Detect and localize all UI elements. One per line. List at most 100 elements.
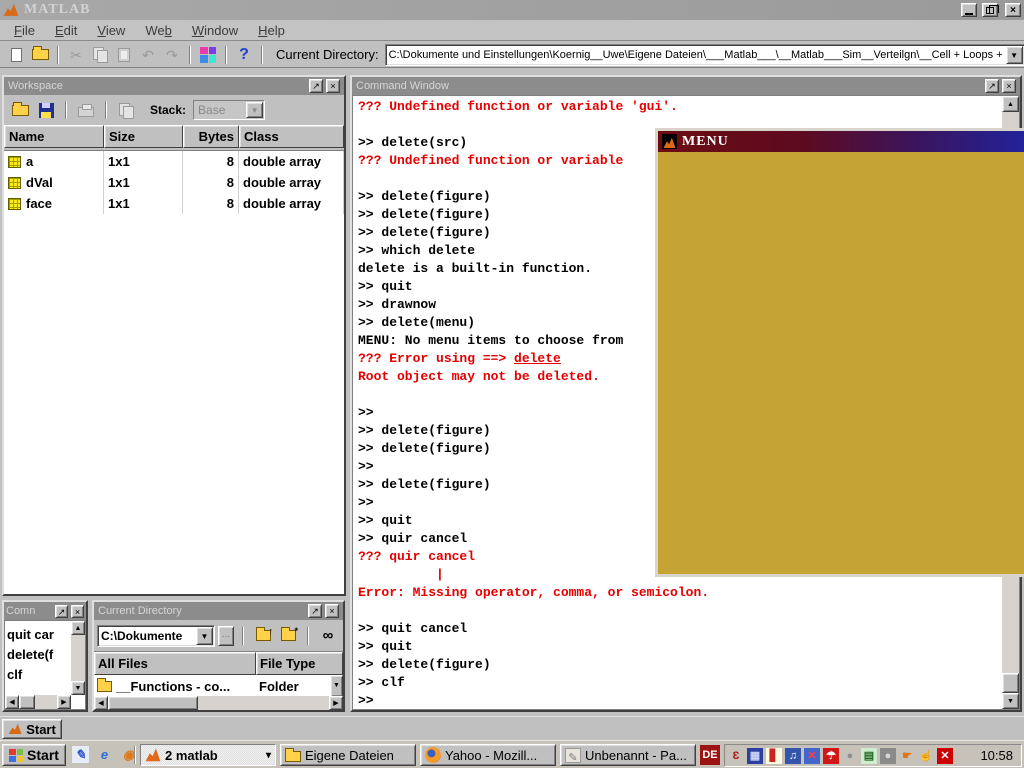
task-yahoo-mozill[interactable]: Yahoo - Mozill... [420, 744, 556, 766]
scroll-left-icon[interactable]: ◀ [5, 695, 19, 709]
find-files-button[interactable]: ∞ [317, 626, 339, 646]
redo-button[interactable]: ↷ [160, 44, 184, 66]
open-folder-icon [12, 105, 29, 116]
undock-icon[interactable]: ↗ [308, 604, 322, 618]
scroll-up-icon[interactable]: ▲ [1002, 96, 1019, 112]
mouse-icon[interactable]: ● [880, 748, 896, 764]
horizontal-scrollbar[interactable]: ◀ ▶ [5, 695, 71, 709]
start-button[interactable]: Start [2, 744, 66, 766]
scroll-down-icon[interactable]: ▼ [71, 681, 85, 695]
task-unbenannt-pa[interactable]: Unbenannt - Pa... [560, 744, 696, 766]
scrollbar-thumb[interactable] [19, 695, 35, 709]
table-row[interactable]: face1x18double array [4, 193, 344, 214]
paste-button[interactable] [112, 44, 136, 66]
epsilon-icon[interactable]: Ɛ [728, 748, 744, 764]
security-shield-icon[interactable]: ✕ [937, 748, 953, 764]
table-row[interactable]: __Functions - co...Folder [94, 675, 343, 697]
scroll-right-icon[interactable]: ▶ [57, 695, 71, 709]
table-row[interactable]: dVal1x18double array [4, 172, 344, 193]
bar-chart-icon[interactable]: ▋ [766, 748, 782, 764]
print-button[interactable] [74, 99, 98, 121]
task-2-matlab[interactable]: 2 matlab▾ [140, 744, 276, 766]
matlab-start-button[interactable]: Start [2, 719, 62, 739]
scrollbar-thumb[interactable] [108, 696, 198, 710]
directory-combobox[interactable]: C:\Dokumente ▼ [97, 625, 215, 647]
undock-icon[interactable]: ↗ [985, 79, 999, 93]
menu-window-titlebar[interactable]: MENU [658, 131, 1024, 152]
scrollbar-thumb[interactable] [1002, 673, 1019, 693]
printer-icon[interactable]: ▤ [861, 748, 877, 764]
hand-pointer-icon[interactable]: ☛ [899, 748, 915, 764]
restore-button[interactable] [982, 3, 998, 17]
clock[interactable]: 10:58 [980, 748, 1021, 763]
chevron-down-icon[interactable]: ▼ [246, 102, 263, 118]
workspace-column-bytes[interactable]: Bytes [183, 125, 239, 148]
table-row[interactable]: a1x18double array [4, 151, 344, 172]
stack-label: Stack: [150, 103, 186, 117]
internet-explorer-icon[interactable]: e [96, 746, 113, 763]
new-folder-button[interactable]: * [277, 626, 299, 646]
command-window-titlebar: Command Window ↗ × [352, 77, 1020, 95]
glove-icon[interactable]: ☝ [918, 748, 934, 764]
copy-variable-button[interactable] [114, 99, 138, 121]
save-workspace-button[interactable] [34, 99, 58, 121]
chevron-down-icon[interactable]: ▼ [1006, 46, 1023, 64]
task-eigene-dateien[interactable]: Eigene Dateien [280, 744, 416, 766]
language-indicator[interactable]: DE [700, 745, 720, 765]
command-window-title: Command Window [356, 80, 982, 92]
simulink-button[interactable] [196, 44, 220, 66]
menu-web[interactable]: Web [135, 21, 182, 40]
chevron-down-icon[interactable]: ▼ [196, 627, 213, 645]
cd-column-file-type[interactable]: File Type [256, 652, 343, 675]
scroll-down-icon[interactable]: ▼ [330, 675, 343, 697]
close-icon[interactable]: × [1002, 79, 1016, 93]
menu-view[interactable]: View [87, 21, 135, 40]
close-icon[interactable]: × [326, 79, 340, 93]
menu-window[interactable]: Window [182, 21, 248, 40]
taskbar-separator [134, 746, 136, 764]
chevron-down-icon[interactable]: ▾ [266, 750, 271, 761]
list-item[interactable]: clf [7, 665, 69, 685]
undo-button[interactable]: ↶ [136, 44, 160, 66]
close-button[interactable]: × [1005, 3, 1021, 17]
list-item[interactable]: delete(f [7, 645, 69, 665]
close-icon[interactable]: × [325, 604, 339, 618]
horizontal-scrollbar[interactable]: ◀ ▶ [94, 696, 343, 710]
scroll-left-icon[interactable]: ◀ [94, 696, 108, 710]
scroll-down-icon[interactable]: ▼ [1002, 693, 1019, 709]
workspace-column-name[interactable]: Name [4, 125, 104, 148]
network-offline-icon[interactable]: ✕ [804, 748, 820, 764]
open-file-button[interactable] [28, 44, 52, 66]
workspace-column-class[interactable]: Class [239, 125, 344, 148]
help-button[interactable]: ? [232, 44, 256, 66]
cd-column-all-files[interactable]: All Files [94, 652, 256, 675]
load-workspace-button[interactable] [8, 99, 32, 121]
current-directory-title: Current Directory [98, 605, 305, 617]
copy-button[interactable] [88, 44, 112, 66]
menu-file[interactable]: File [4, 21, 45, 40]
undock-icon[interactable]: ↗ [309, 79, 323, 93]
workspace-column-size[interactable]: Size [104, 125, 183, 148]
list-item[interactable]: quit car [7, 625, 69, 645]
new-file-button[interactable] [4, 44, 28, 66]
volume-muted-icon[interactable]: ♫ [785, 748, 801, 764]
browse-button[interactable]: ... [218, 626, 234, 646]
vertical-scrollbar[interactable]: ▲ ▼ [71, 621, 85, 695]
binoculars-icon: ∞ [323, 627, 334, 644]
sphere-icon[interactable]: ● [842, 748, 858, 764]
close-icon[interactable]: × [71, 605, 84, 618]
show-desktop-icon[interactable]: ✎ [72, 746, 89, 763]
menu-help[interactable]: Help [248, 21, 295, 40]
avira-icon[interactable]: ☂ [823, 748, 839, 764]
minimize-button[interactable] [961, 3, 977, 17]
cut-button[interactable]: ✂ [64, 44, 88, 66]
undock-icon[interactable]: ↗ [55, 605, 68, 618]
scroll-up-icon[interactable]: ▲ [71, 621, 85, 635]
current-directory-combobox[interactable]: C:\Dokumente und Einstellungen\Koernig__… [385, 44, 1024, 66]
up-one-level-button[interactable]: ↑ [252, 626, 274, 646]
scroll-right-icon[interactable]: ▶ [329, 696, 343, 710]
stack-combobox[interactable]: Base ▼ [193, 100, 265, 120]
blue-grid-icon[interactable]: ▦ [747, 748, 763, 764]
menu-window-body [658, 152, 1024, 574]
menu-edit[interactable]: Edit [45, 21, 87, 40]
